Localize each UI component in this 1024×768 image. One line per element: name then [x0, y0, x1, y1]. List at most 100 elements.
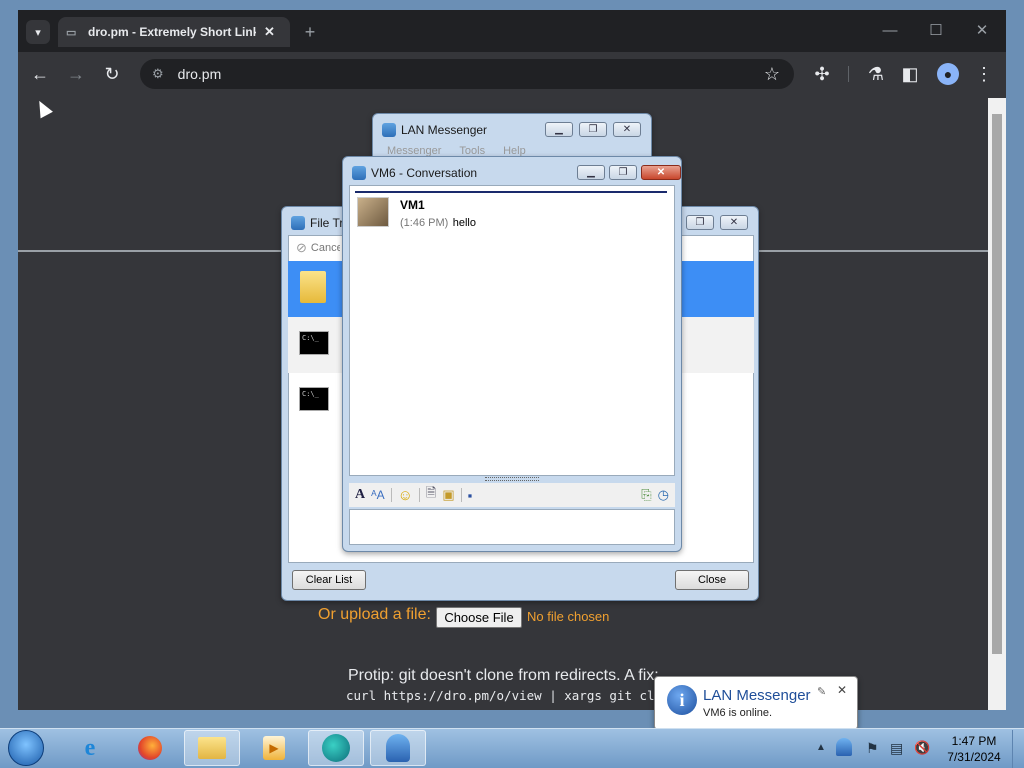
cancel-icon: ⊘	[296, 240, 307, 255]
forward-icon[interactable]: →	[64, 62, 88, 86]
curl-command: curl https://dro.pm/o/view | xargs git c…	[346, 688, 678, 703]
file-transfers-app-icon	[291, 216, 305, 230]
toolbar-separator	[418, 488, 420, 502]
lan-messenger-icon	[386, 734, 410, 762]
lan-messenger-title: LAN Messenger	[401, 123, 488, 137]
save-icon[interactable]: ▪	[468, 488, 473, 503]
cmd-file-icon: C:\_	[299, 331, 329, 355]
taskbar-ie[interactable]: e	[62, 730, 118, 766]
tab-favicon-icon: ▭	[66, 27, 77, 39]
history-icon[interactable]: ◷	[658, 487, 669, 503]
tab-title: dro.pm - Extremely Short Links	[88, 25, 256, 39]
internet-explorer-icon: e	[84, 734, 96, 761]
send-file-icon[interactable]: 🗎	[426, 484, 436, 506]
folder-icon	[198, 737, 226, 759]
firefox-icon	[138, 736, 162, 760]
close-button[interactable]: Close	[675, 570, 749, 590]
profile-avatar-icon[interactable]: ●	[937, 63, 959, 85]
show-hidden-icons[interactable]: ▲	[816, 742, 826, 753]
messenger-minimize-button[interactable]: ▁	[545, 122, 573, 137]
toast-title: LAN Messenger	[703, 687, 811, 704]
cancel-transfer-button[interactable]: ⊘ Cancel	[296, 240, 340, 256]
tray-lan-messenger-icon[interactable]	[836, 738, 852, 756]
reload-icon[interactable]: ↻	[100, 62, 124, 86]
export-icon[interactable]: ⎘	[641, 487, 651, 503]
toolbar-separator	[390, 488, 392, 502]
conversation-restore-button[interactable]: ❐	[609, 165, 637, 180]
toast-options-icon[interactable]: ✎	[817, 685, 826, 698]
menu-kebab-icon[interactable]: ⋮	[972, 62, 996, 86]
clock-time: 1:47 PM	[951, 734, 997, 748]
send-folder-icon[interactable]: ▣	[442, 487, 454, 503]
clear-list-button[interactable]: Clear List	[292, 570, 366, 590]
lan-messenger-app-icon	[382, 123, 396, 137]
page-scrollbar[interactable]	[988, 98, 1006, 710]
window-maximize-icon[interactable]: ☐	[926, 20, 946, 40]
taskbar-app-teal[interactable]	[308, 730, 364, 766]
toast-body: VM6 is online.	[703, 707, 773, 719]
font-color-icon[interactable]: ᴬA	[371, 488, 384, 502]
url-text: dro.pm	[177, 66, 222, 82]
taskbar-firefox[interactable]	[122, 730, 178, 766]
protip-text: Protip: git doesn't clone from redirects…	[348, 667, 659, 684]
upload-label: Or upload a file:	[318, 606, 431, 623]
toolbar-divider	[848, 66, 849, 82]
smiley-icon[interactable]: ☺	[398, 487, 413, 504]
splitter-grip[interactable]	[485, 477, 539, 481]
cancel-label: Cancel	[310, 242, 340, 254]
choose-file-button[interactable]: Choose File	[436, 607, 522, 628]
taskbar-clock[interactable]: 1:47 PM 7/31/2024	[944, 733, 1004, 765]
new-tab-icon[interactable]: +	[298, 20, 322, 44]
taskbar-explorer[interactable]	[184, 730, 240, 766]
message-time: (1:46 PM)	[400, 217, 449, 229]
transfers-restore-button[interactable]: ❐	[686, 215, 714, 230]
message-text: hello	[452, 217, 476, 229]
conversation-minimize-button[interactable]: ▁	[577, 165, 605, 180]
toolbar-separator	[460, 488, 462, 502]
labs-flask-icon[interactable]: ⚗	[864, 62, 888, 86]
message-history[interactable]	[349, 185, 675, 476]
info-icon: i	[667, 685, 697, 715]
sender-name: VM1	[400, 198, 425, 212]
conversation-close-button[interactable]: ✕	[641, 165, 681, 180]
format-toolbar: A ᴬA ☺ 🗎 ▣ ▪ ⎘ ◷	[349, 483, 675, 507]
history-divider	[355, 191, 667, 193]
browser-tab[interactable]: ▭ dro.pm - Extremely Short Links ✕	[58, 17, 290, 47]
font-icon[interactable]: A	[355, 487, 365, 503]
taskbar-lan-messenger[interactable]	[370, 730, 426, 766]
notification-toast[interactable]: i LAN Messenger VM6 is online. ✎ ✕	[654, 676, 858, 730]
cmd-file-icon: C:\_	[299, 387, 329, 411]
toast-close-icon[interactable]: ✕	[837, 683, 847, 697]
bookmark-star-icon[interactable]: ☆	[760, 62, 784, 86]
window-minimize-icon[interactable]: —	[880, 20, 900, 40]
folder-icon	[300, 271, 326, 303]
tab-search-chevron-icon[interactable]: ▾	[26, 20, 50, 44]
taskbar-media-player[interactable]: ▶	[246, 730, 302, 766]
volume-muted-icon[interactable]: 🔇	[914, 740, 930, 756]
file-transfers-title: File Transfers	[310, 216, 342, 230]
message-input[interactable]	[349, 509, 675, 545]
clock-date: 7/31/2024	[947, 750, 1001, 764]
transfers-close-button[interactable]: ✕	[720, 215, 748, 230]
conversation-app-icon	[352, 166, 366, 180]
no-file-text: No file chosen	[527, 609, 610, 624]
site-settings-icon[interactable]: ⚙	[152, 66, 164, 82]
tab-close-icon[interactable]: ✕	[264, 24, 275, 40]
extensions-icon[interactable]: ✣	[810, 62, 834, 86]
start-button[interactable]	[8, 730, 44, 766]
show-desktop-button[interactable]	[1012, 730, 1024, 768]
side-panel-icon[interactable]: ◧	[898, 62, 922, 86]
messenger-restore-button[interactable]: ❐	[579, 122, 607, 137]
network-icon[interactable]: ▤	[890, 740, 903, 757]
conversation-window[interactable]: VM6 - Conversation ▁ ❐ ✕ VM1 (1:46 PM) h…	[342, 156, 682, 552]
messenger-close-button[interactable]: ✕	[613, 122, 641, 137]
window-close-icon[interactable]: ✕	[972, 20, 992, 40]
action-center-flag-icon[interactable]: ⚑	[866, 740, 879, 757]
conversation-title: VM6 - Conversation	[371, 166, 478, 180]
teal-app-icon	[322, 734, 350, 762]
sender-avatar	[357, 197, 389, 227]
back-icon[interactable]: ←	[28, 62, 52, 86]
scrollbar-thumb[interactable]	[992, 114, 1002, 654]
message-line: (1:46 PM) hello	[400, 213, 476, 231]
address-bar[interactable]: ⚙ dro.pm	[140, 59, 794, 89]
